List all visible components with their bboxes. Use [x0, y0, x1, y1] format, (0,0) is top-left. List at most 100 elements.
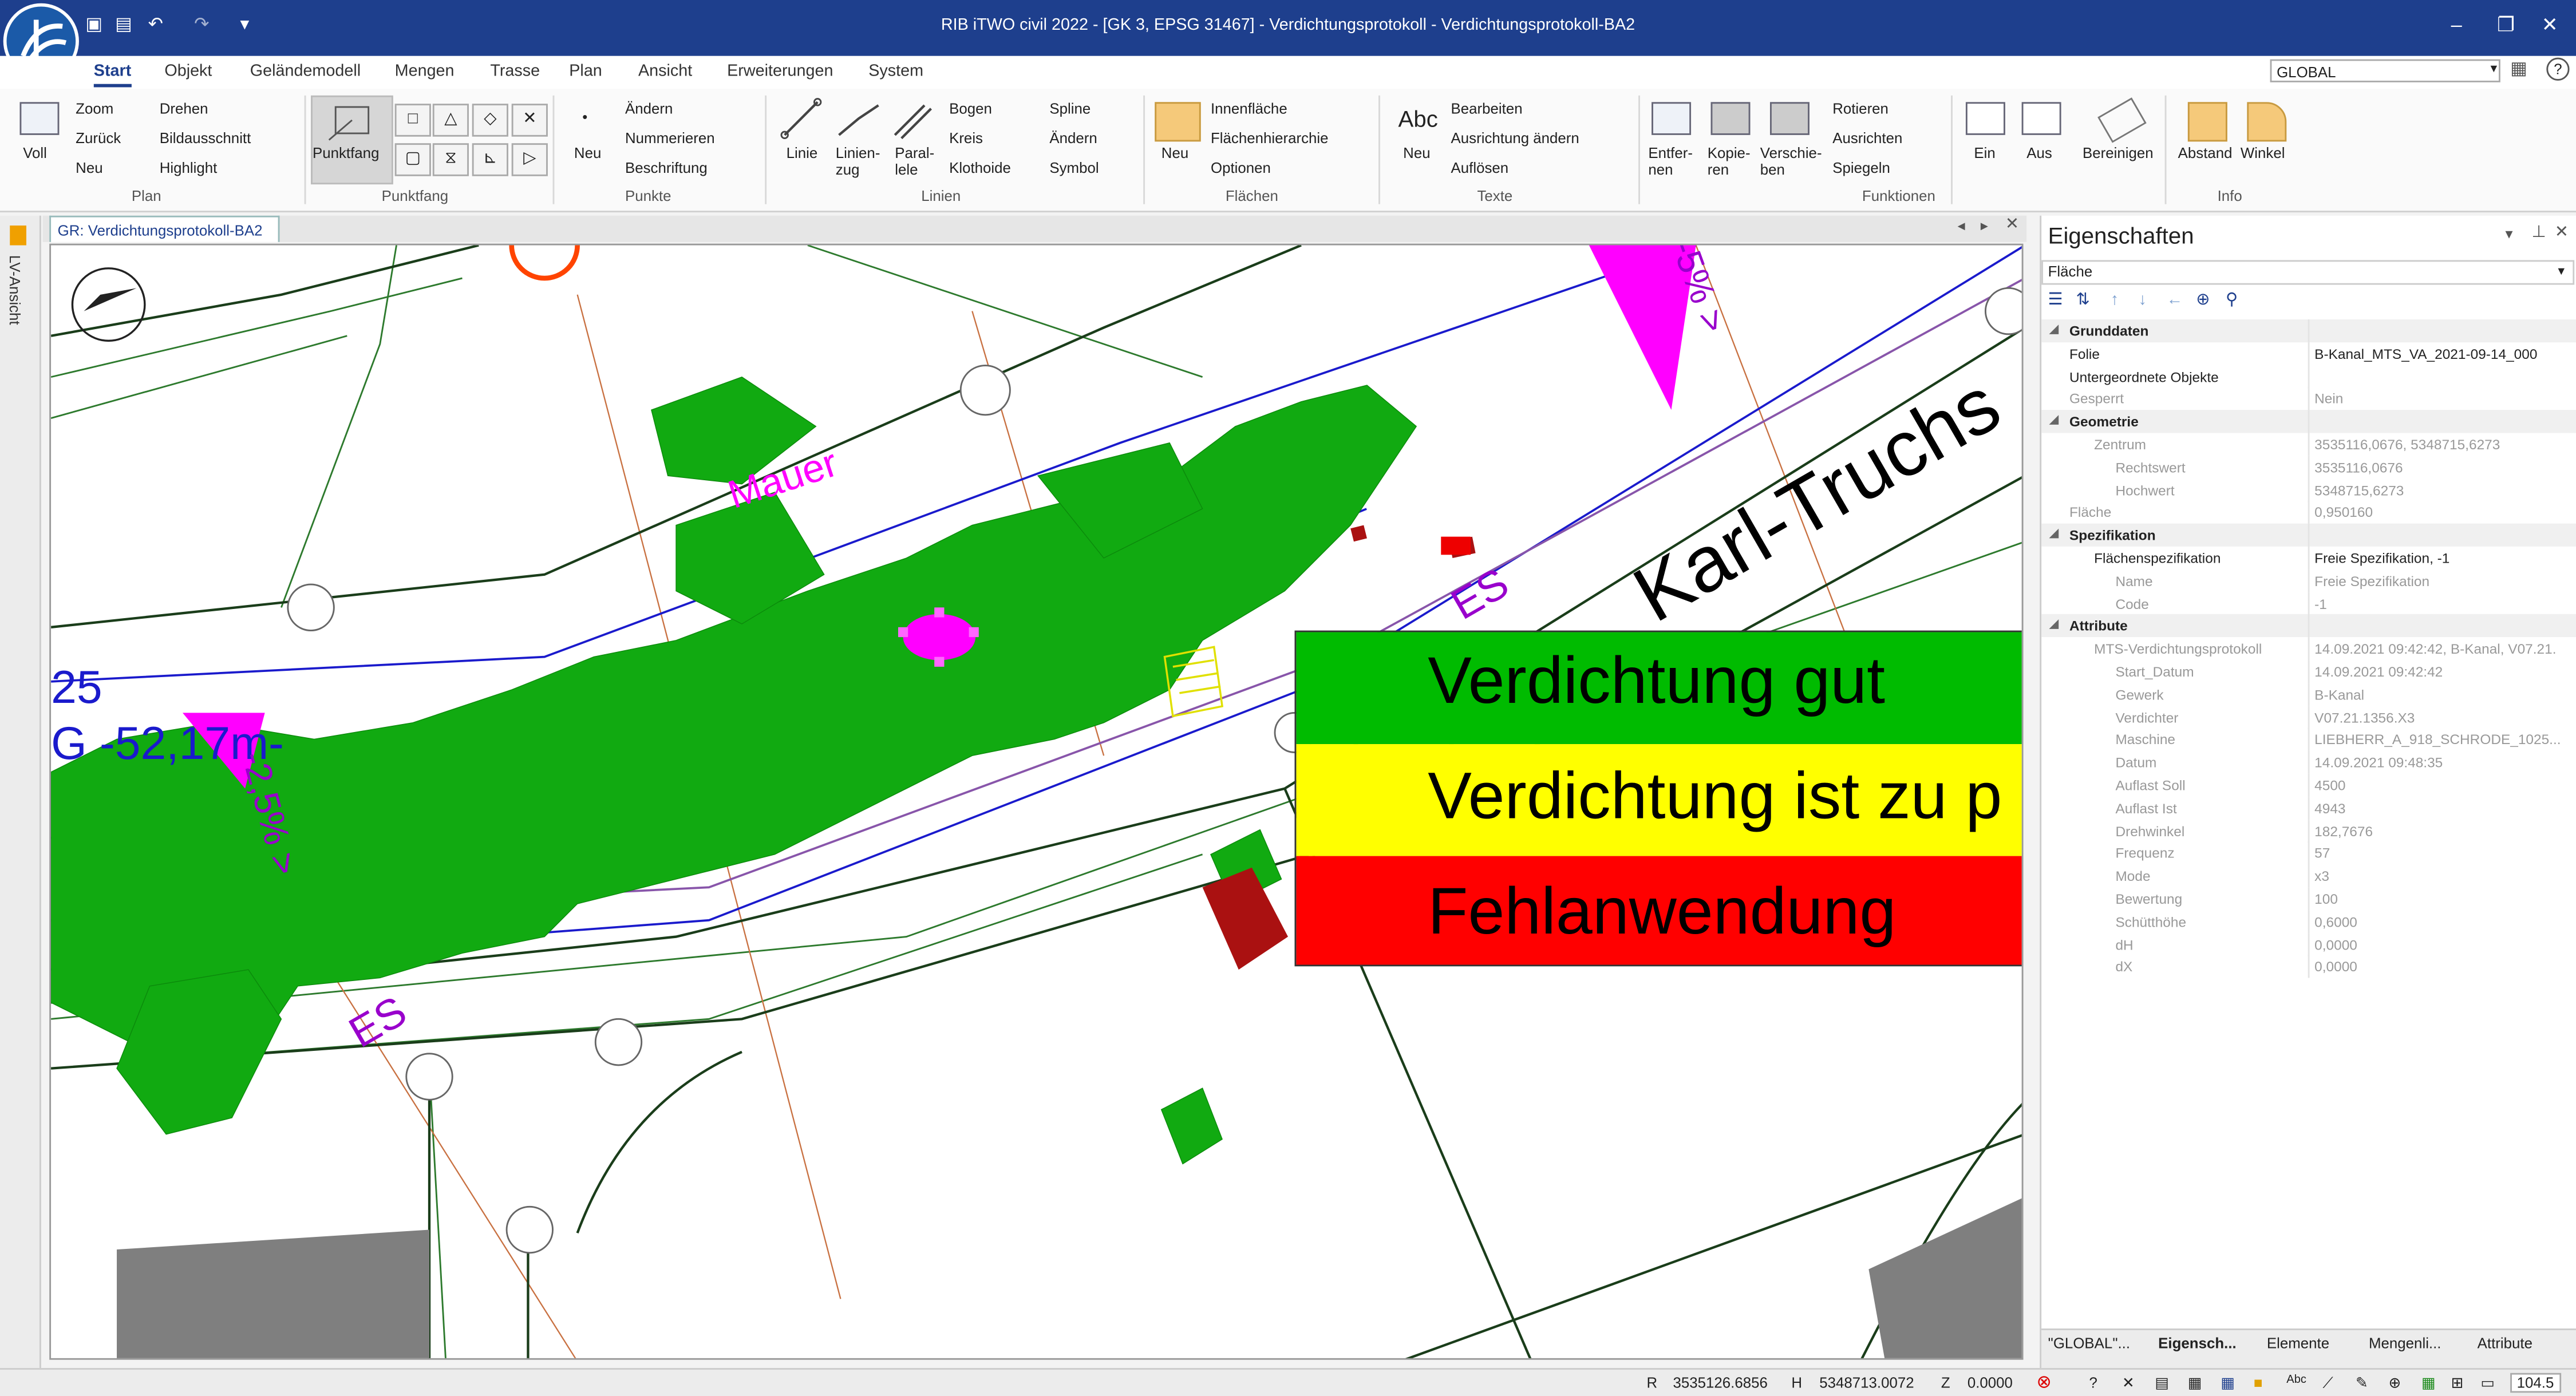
line-button[interactable]: Linie: [787, 145, 818, 161]
angle-button[interactable]: Winkel: [2241, 145, 2285, 161]
circle-button[interactable]: Kreis: [949, 130, 983, 147]
property-row[interactable]: Start_Datum 14.09.2021 09:42:42: [2041, 660, 2576, 683]
snap-perpendicular-icon[interactable]: ⊾: [472, 143, 508, 176]
close-tab-icon[interactable]: ✕: [2005, 216, 2019, 234]
printer-icon[interactable]: ▭: [2480, 1375, 2494, 1393]
property-row[interactable]: Maschine LIEBHERR_A_918_SCHRODE_1025...: [2041, 728, 2576, 752]
tab-erweiterungen[interactable]: Erweiterungen: [727, 62, 833, 81]
property-row[interactable]: Gesperrt Nein: [2041, 387, 2576, 411]
property-value[interactable]: LIEBHERR_A_918_SCHRODE_1025...: [2314, 728, 2561, 751]
tab-scroll-right-icon[interactable]: ▸: [1981, 217, 1988, 236]
area-icon[interactable]: [1155, 102, 1201, 142]
property-category[interactable]: ◢ Geometrie: [2041, 410, 2576, 433]
collapse-icon[interactable]: ◢: [2050, 615, 2059, 638]
customize-toolbar-icon[interactable]: ▾: [240, 13, 250, 35]
copy-icon[interactable]: [1710, 102, 1751, 135]
hide-icon[interactable]: [2021, 102, 2061, 135]
distance-button[interactable]: Abstand: [2178, 145, 2233, 161]
mirror-button[interactable]: Spiegeln: [1832, 160, 1890, 176]
drawing-canvas[interactable]: Mauer Karl-Truchs ES ES 25 G -52,17m- -5…: [49, 243, 2024, 1360]
text-toggle-icon[interactable]: Abc: [2286, 1375, 2306, 1386]
lv-icon[interactable]: [10, 226, 26, 246]
number-points-button[interactable]: Nummerieren: [625, 130, 715, 147]
area-hierarchy-button[interactable]: Flächenhierarchie: [1211, 130, 1329, 147]
stop-icon[interactable]: ⊗: [2037, 1371, 2052, 1393]
arrow-up-icon[interactable]: ↑: [2111, 291, 2119, 310]
tab-start[interactable]: Start: [93, 62, 132, 88]
property-value[interactable]: 0,950160: [2314, 501, 2373, 524]
tab-properties[interactable]: Eigensch...: [2158, 1335, 2237, 1352]
labeling-button[interactable]: Beschriftung: [625, 160, 708, 176]
categorized-icon[interactable]: ☰: [2048, 291, 2063, 310]
layers-icon[interactable]: ▤: [2155, 1375, 2168, 1393]
target-icon[interactable]: ⊕: [2196, 291, 2210, 310]
property-value[interactable]: 14.09.2021 09:48:35: [2314, 751, 2443, 774]
rotate-object-button[interactable]: Rotieren: [1832, 100, 1888, 117]
rotate-button[interactable]: Drehen: [160, 100, 208, 117]
refresh-button[interactable]: Neu: [76, 160, 102, 176]
distance-icon[interactable]: [2187, 102, 2227, 142]
edit-point-button[interactable]: Ändern: [625, 100, 673, 117]
property-row[interactable]: Mode x3: [2041, 864, 2576, 888]
property-value[interactable]: 14.09.2021 09:42:42: [2314, 660, 2443, 683]
property-value[interactable]: 0,0000: [2314, 933, 2357, 956]
collapse-icon[interactable]: ◢: [2050, 319, 2059, 342]
voll-button[interactable]: Voll: [23, 145, 47, 161]
edit-text-button[interactable]: Bearbeiten: [1451, 100, 1523, 117]
property-value[interactable]: 182,7676: [2314, 819, 2373, 842]
coordinate-system-select[interactable]: GLOBAL: [2270, 59, 2500, 82]
search-icon[interactable]: ⚲: [2226, 291, 2238, 310]
table-icon[interactable]: ▦: [2421, 1375, 2435, 1393]
property-value[interactable]: Freie Spezifikation, -1: [2314, 547, 2449, 570]
property-row[interactable]: MTS-Verdichtungsprotokoll 14.09.2021 09:4…: [2041, 637, 2576, 661]
symbol-button[interactable]: Symbol: [1049, 160, 1099, 176]
property-row[interactable]: dH 0,0000: [2041, 932, 2576, 956]
property-row[interactable]: Schütthöhe 0,6000: [2041, 909, 2576, 934]
open-folder-icon[interactable]: ▤: [115, 13, 132, 35]
snap-button[interactable]: [311, 95, 393, 185]
property-value[interactable]: 57: [2314, 842, 2330, 865]
property-row[interactable]: Datum 14.09.2021 09:48:35: [2041, 751, 2576, 774]
property-row[interactable]: Auflast Ist 4943: [2041, 796, 2576, 820]
clothoid-button[interactable]: Klothoide: [949, 160, 1011, 176]
back-button[interactable]: Zurück: [76, 130, 121, 147]
property-row[interactable]: Frequenz 57: [2041, 841, 2576, 865]
property-row[interactable]: Name Freie Spezifikation: [2041, 569, 2576, 592]
edit-line-button[interactable]: Ändern: [1049, 130, 1097, 147]
property-row[interactable]: Zentrum 3535116,0676, 5348715,6273: [2041, 433, 2576, 456]
show-icon[interactable]: [1965, 102, 2005, 135]
property-row[interactable]: Fläche 0,950160: [2041, 501, 2576, 524]
cross-tool-icon[interactable]: ✕: [2122, 1375, 2135, 1393]
save-icon[interactable]: ▣: [85, 13, 102, 35]
remove-button[interactable]: Entfer- nen: [1648, 145, 1693, 178]
angle-icon[interactable]: [2247, 102, 2287, 142]
snap-square-icon[interactable]: □: [394, 104, 431, 137]
tab-ansicht[interactable]: Ansicht: [638, 62, 692, 81]
close-panel-icon[interactable]: ✕: [2555, 224, 2569, 242]
move-button[interactable]: Verschie- ben: [1760, 145, 1822, 178]
chevron-down-icon[interactable]: ▾: [2491, 61, 2498, 76]
collapse-icon[interactable]: ◢: [2050, 410, 2059, 433]
snap-circle-icon[interactable]: ▢: [394, 143, 431, 176]
measure-icon[interactable]: ⊕: [2388, 1375, 2401, 1393]
dissolve-button[interactable]: Auflösen: [1451, 160, 1509, 176]
tab-trasse[interactable]: Trasse: [490, 62, 540, 81]
aus-button[interactable]: Aus: [2026, 145, 2052, 161]
options-button[interactable]: Optionen: [1211, 160, 1271, 176]
ein-button[interactable]: Ein: [1974, 145, 1995, 161]
zoom-level-field[interactable]: 104.5: [2510, 1373, 2561, 1393]
property-row[interactable]: Flächenspezifikation Freie Spezifikation,…: [2041, 546, 2576, 570]
tab-quantity-list[interactable]: Mengenli...: [2369, 1335, 2441, 1352]
redo-icon[interactable]: ↷: [194, 13, 209, 35]
inner-area-button[interactable]: Innenfläche: [1211, 100, 1287, 117]
image-section-button[interactable]: Bildausschnitt: [160, 130, 251, 147]
close-button[interactable]: ✕: [2542, 13, 2558, 36]
chevron-down-icon[interactable]: ▾: [2558, 263, 2565, 278]
help-icon[interactable]: ?: [2546, 57, 2570, 81]
snap-intersection-icon[interactable]: ⧖: [432, 143, 469, 176]
snap-cross-icon[interactable]: ✕: [511, 104, 548, 137]
property-value[interactable]: 14.09.2021 09:42:42, B-Kanal, V07.21.: [2314, 638, 2556, 661]
maximize-button[interactable]: ❐: [2497, 13, 2515, 36]
property-category[interactable]: ◢ Grunddaten: [2041, 319, 2576, 343]
object-type-select[interactable]: Fläche ▾: [2041, 260, 2575, 285]
